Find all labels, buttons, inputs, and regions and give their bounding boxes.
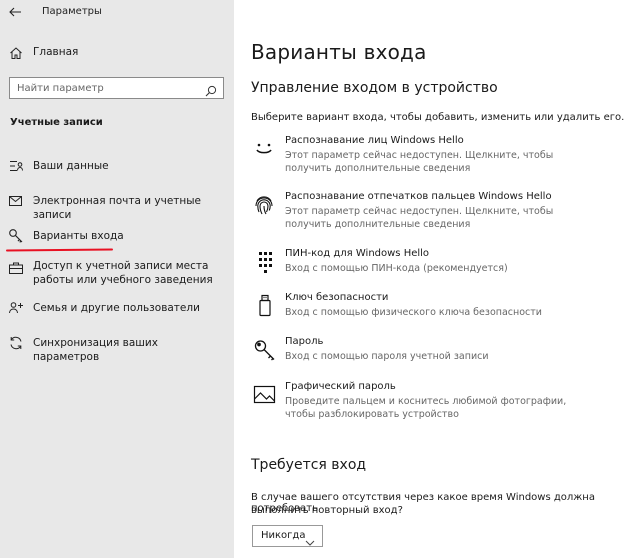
option-title: Распознавание лиц Windows Hello	[285, 135, 464, 146]
option-pin[interactable]: ПИН-код для Windows Hello Вход с помощью…	[251, 248, 631, 278]
selection-underline	[5, 248, 114, 252]
sidebar-item-label: Ваши данные	[33, 160, 109, 172]
sidebar-item-work-access[interactable]: Доступ к учетной записи места работы или…	[0, 259, 234, 289]
sidebar-item-email[interactable]: Электронная почта и учетные записи	[0, 192, 234, 221]
sidebar-item-family[interactable]: Семья и другие пользователи	[0, 299, 234, 317]
search-icon[interactable]	[205, 82, 217, 97]
sidebar-item-label: Главная	[33, 46, 79, 58]
option-password[interactable]: Пароль Вход с помощью пароля учетной зап…	[251, 336, 631, 366]
sync-icon	[8, 335, 24, 351]
option-title: ПИН-код для Windows Hello	[285, 248, 430, 259]
option-face-recognition[interactable]: Распознавание лиц Windows Hello Этот пар…	[251, 135, 631, 177]
mail-icon	[8, 193, 24, 209]
face-icon	[253, 137, 277, 161]
search-input[interactable]	[10, 78, 198, 98]
person-card-icon	[8, 158, 24, 174]
option-title: Ключ безопасности	[285, 292, 389, 303]
fingerprint-icon	[253, 193, 277, 217]
sidebar-item-sync[interactable]: Синхронизация ваших параметров	[0, 334, 234, 363]
option-description: Вход с помощью пароля учетной записи	[285, 351, 489, 362]
option-security-key[interactable]: Ключ безопасности Вход с помощью физичес…	[251, 292, 631, 322]
manage-heading: Управление входом в устройство	[251, 80, 498, 96]
manage-description: Выберите вариант входа, чтобы добавить, …	[251, 112, 625, 123]
option-description: Этот параметр сейчас недоступен. Щелкнит…	[285, 206, 554, 230]
option-picture-password[interactable]: Графический пароль Проведите пальцем и к…	[251, 381, 631, 423]
require-sign-in-dropdown[interactable]: Никогда	[252, 525, 323, 547]
sidebar-item-sign-in-options[interactable]: Варианты входа	[0, 227, 234, 245]
option-title: Графический пароль	[285, 381, 396, 392]
keypad-icon	[253, 250, 277, 274]
page-title: Варианты входа	[251, 40, 427, 64]
back-arrow-icon[interactable]	[8, 5, 24, 21]
require-heading: Требуется вход	[251, 457, 367, 473]
option-fingerprint[interactable]: Распознавание отпечатков пальцев Windows…	[251, 191, 631, 233]
title-bar: Параметры	[0, 0, 234, 26]
picture-icon	[253, 383, 277, 407]
chevron-down-icon	[305, 532, 315, 546]
people-icon	[8, 300, 24, 316]
require-description-line2: выполнить повторный вход?	[251, 505, 403, 516]
home-icon	[9, 45, 23, 59]
main-content: Варианты входа Управление входом в устро…	[234, 0, 640, 558]
sidebar-item-label: Синхронизация ваших параметров	[33, 337, 158, 363]
option-title: Распознавание отпечатков пальцев Windows…	[285, 191, 552, 202]
key-icon	[8, 228, 24, 244]
sidebar-item-label: Варианты входа	[33, 230, 124, 242]
sidebar-item-label: Семья и другие пользователи	[33, 302, 200, 314]
search-box[interactable]	[9, 77, 224, 99]
sidebar-item-label: Электронная почта и учетные записи	[33, 195, 202, 221]
option-description: Вход с помощью физического ключа безопас…	[285, 307, 542, 318]
sidebar: Параметры Главная Учетные записи Ваши да…	[0, 0, 234, 558]
option-description: Проведите пальцем и коснитесь любимой фо…	[285, 396, 567, 420]
app-title: Параметры	[42, 6, 102, 17]
sidebar-section-title: Учетные записи	[10, 117, 103, 128]
key-icon	[253, 338, 277, 362]
option-description: Этот параметр сейчас недоступен. Щелкнит…	[285, 150, 554, 174]
option-title: Пароль	[285, 336, 324, 347]
briefcase-icon	[8, 260, 24, 276]
dropdown-value: Никогда	[261, 530, 306, 541]
usb-key-icon	[253, 294, 277, 318]
option-description: Вход с помощью ПИН-кода (рекомендуется)	[285, 263, 508, 274]
sidebar-item-your-info[interactable]: Ваши данные	[0, 157, 234, 175]
sidebar-item-label: Доступ к учетной записи места работы или…	[33, 260, 213, 286]
sidebar-item-home[interactable]: Главная	[0, 41, 234, 65]
